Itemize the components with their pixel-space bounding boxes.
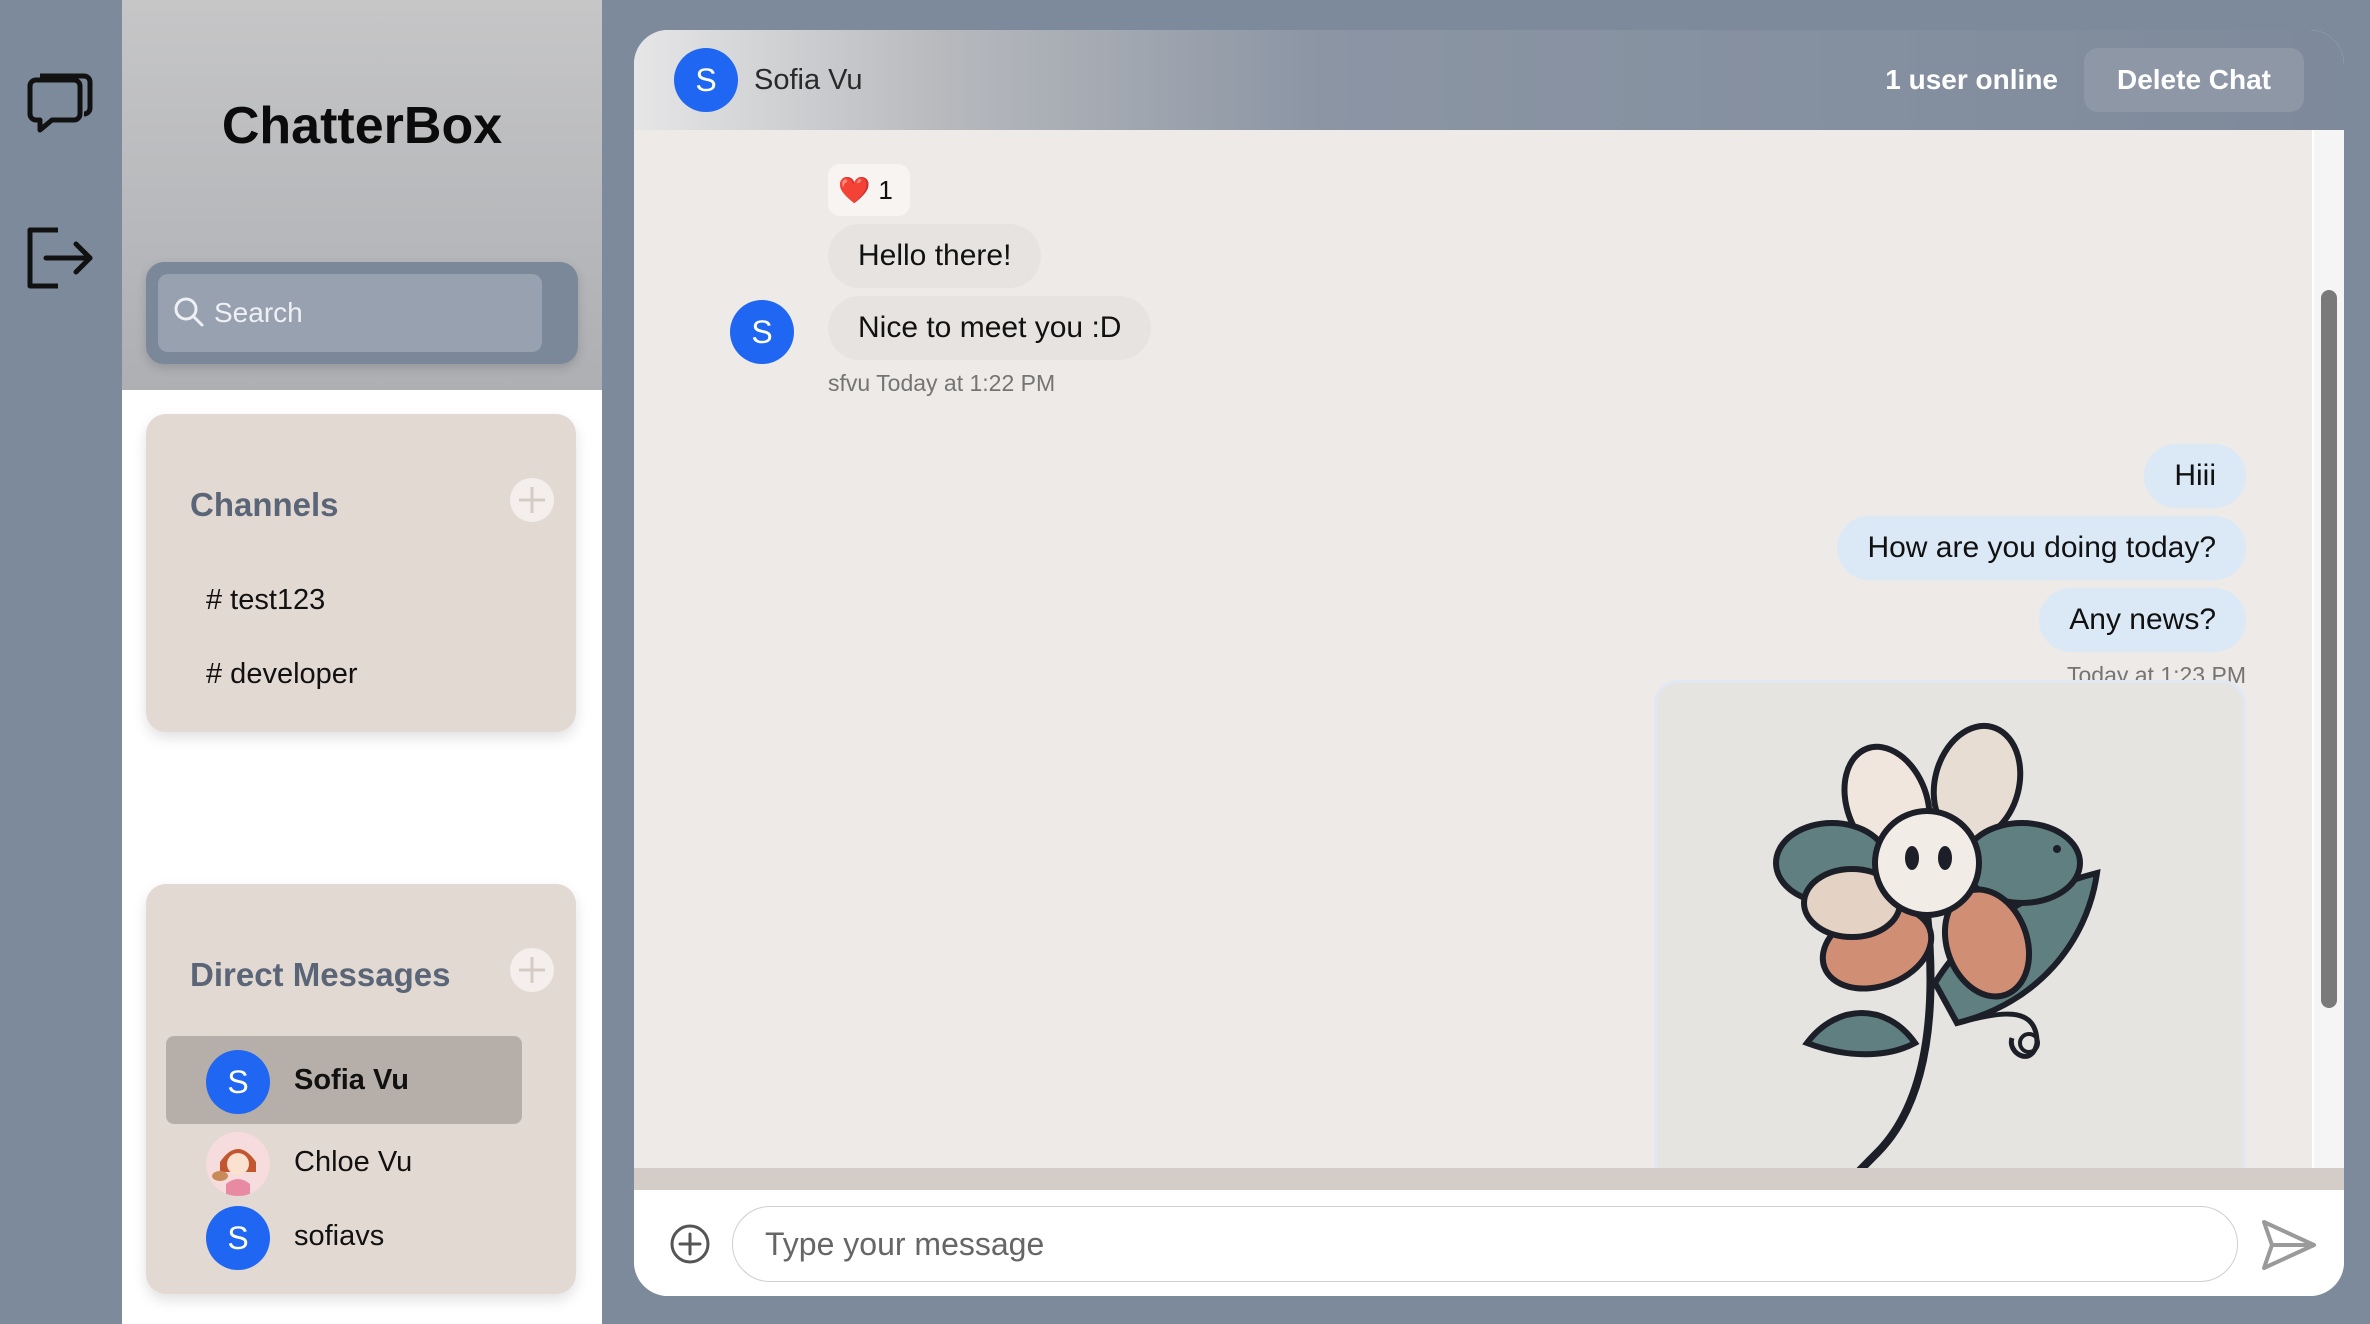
incoming-message: Nice to meet you :D xyxy=(828,296,1152,360)
message-scrollbar[interactable] xyxy=(2314,130,2344,1198)
sidebar-header: ChatterBox xyxy=(122,0,602,390)
send-icon[interactable] xyxy=(2260,1218,2318,1272)
search-container xyxy=(146,262,578,364)
dm-name: Sofia Vu xyxy=(294,1064,409,1096)
channel-item[interactable]: # test123 xyxy=(206,584,325,617)
message-input[interactable] xyxy=(732,1206,2238,1282)
message-timestamp: sfvu Today at 1:22 PM xyxy=(828,370,1056,396)
avatar-photo-icon xyxy=(206,1132,270,1196)
channels-card: Channels # test123 # developer xyxy=(146,414,576,732)
message-composer xyxy=(634,1190,2344,1296)
heart-icon: ❤️ xyxy=(838,175,871,205)
flower-illustration-icon xyxy=(1657,683,2243,1198)
add-channel-button[interactable] xyxy=(510,478,554,522)
outgoing-message: Any news? xyxy=(2039,588,2246,652)
avatar: S xyxy=(730,300,794,364)
app-brand: ChatterBox xyxy=(221,97,503,155)
image-attachment[interactable] xyxy=(1654,680,2246,1198)
channels-title: Channels xyxy=(190,486,339,523)
online-status: 1 user online xyxy=(1885,64,2058,95)
avatar: S xyxy=(206,1206,270,1270)
search-box xyxy=(158,274,542,352)
avatar: S xyxy=(206,1050,270,1114)
app-rail xyxy=(0,0,122,1324)
channel-item[interactable]: # developer xyxy=(206,658,358,691)
logout-icon xyxy=(27,227,93,289)
search-input[interactable] xyxy=(214,274,534,352)
outgoing-message: Hiii xyxy=(2144,444,2246,508)
chat-contact-name: Sofia Vu xyxy=(754,64,863,96)
sidebar: ChatterBox Channels # test123 # develope… xyxy=(122,0,602,1324)
reaction-count: 1 xyxy=(878,175,893,205)
dm-item-sofiavs[interactable]: S sofiavs xyxy=(166,1192,522,1280)
outgoing-message: How are you doing today? xyxy=(1837,516,2246,580)
message-list: ❤️ 1 Hello there! S Nice to meet you :D s… xyxy=(634,130,2312,1198)
add-dm-button[interactable] xyxy=(510,948,554,992)
logout-button[interactable] xyxy=(22,220,98,296)
reaction-badge[interactable]: ❤️ 1 xyxy=(828,164,910,216)
add-attachment-icon[interactable] xyxy=(668,1222,712,1266)
delete-chat-button[interactable]: Delete Chat xyxy=(2084,48,2304,112)
chat-header: S Sofia Vu 1 user online Delete Chat xyxy=(634,30,2344,130)
dm-item-sofia-vu[interactable]: S Sofia Vu xyxy=(166,1036,522,1124)
scrollbar-thumb[interactable] xyxy=(2321,290,2337,1008)
search-icon xyxy=(174,297,204,327)
incoming-message: Hello there! xyxy=(828,224,1042,288)
avatar xyxy=(206,1132,270,1196)
chat-panel: S Sofia Vu 1 user online Delete Chat ❤️ 1… xyxy=(634,30,2344,1296)
dm-name: sofiavs xyxy=(294,1220,385,1252)
avatar: S xyxy=(674,48,738,112)
chat-bubbles-icon xyxy=(27,73,93,133)
chats-nav-button[interactable] xyxy=(22,62,98,138)
composer-divider xyxy=(634,1168,2344,1190)
direct-messages-title: Direct Messages xyxy=(190,956,451,993)
direct-messages-card: Direct Messages S Sofia Vu Chloe Vu S so… xyxy=(146,884,576,1294)
